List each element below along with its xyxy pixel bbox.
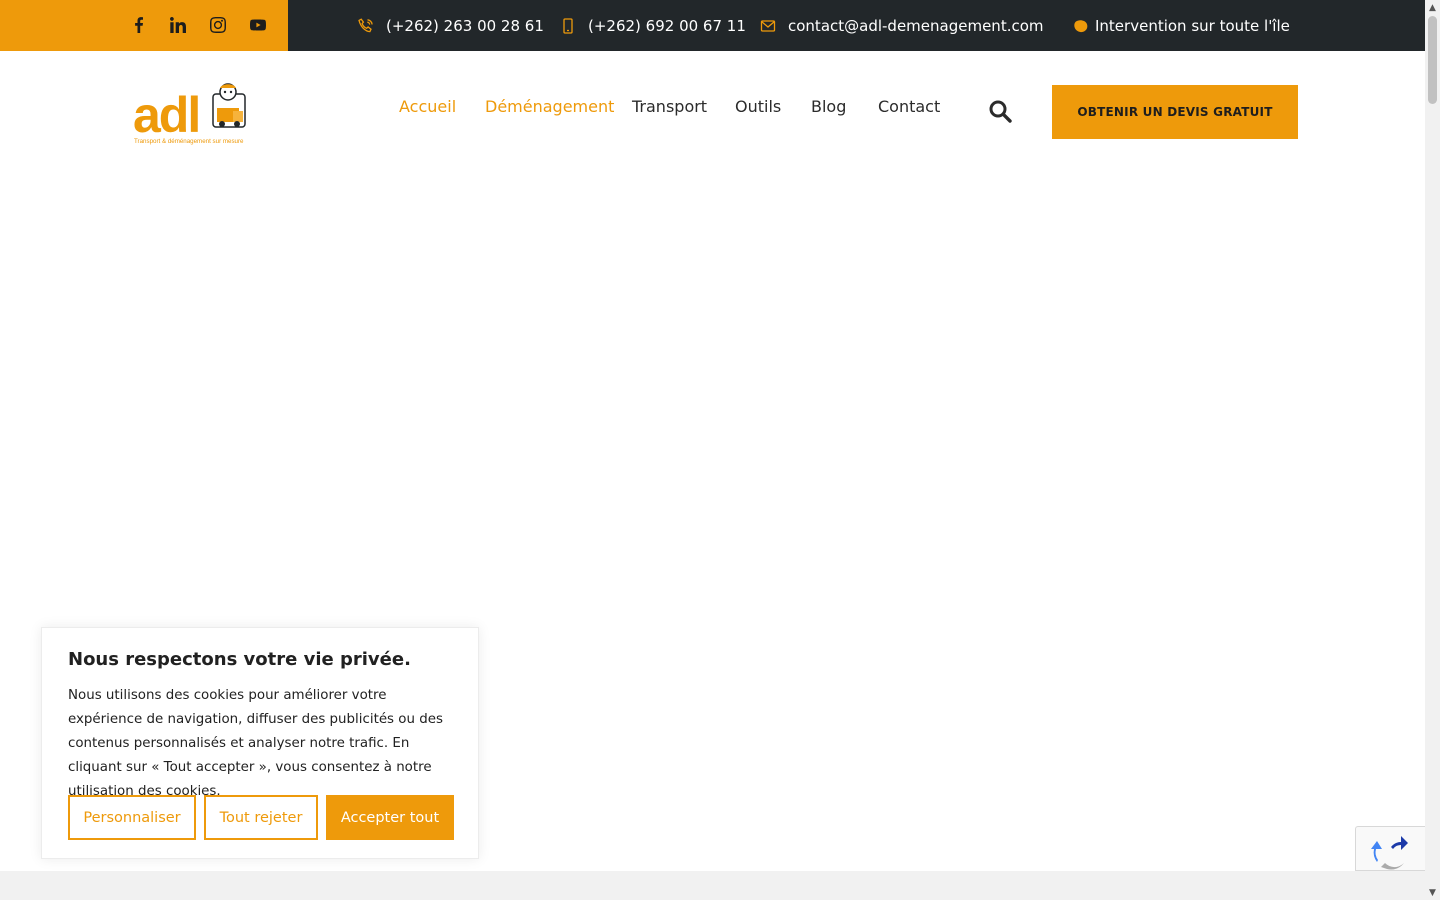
phone-icon	[358, 17, 374, 34]
site-logo[interactable]: adl Transport & déménagement sur mesure	[133, 80, 249, 146]
scrollbar[interactable]: ▲ ▼	[1425, 0, 1440, 900]
free-quote-button[interactable]: OBTENIR UN DEVIS GRATUIT	[1052, 85, 1298, 139]
recaptcha-icon	[1371, 836, 1408, 870]
facebook-icon[interactable]	[129, 15, 149, 35]
logo-tagline: Transport & déménagement sur mesure	[134, 138, 244, 145]
scroll-down-arrow-icon[interactable]: ▼	[1425, 885, 1440, 900]
nav-demenagement[interactable]: Déménagement	[485, 97, 614, 116]
search-icon[interactable]	[988, 99, 1012, 123]
page: (+262) 263 00 28 61 (+262) 692 00 67 11 …	[0, 0, 1440, 900]
phone1-text: (+262) 263 00 28 61	[386, 16, 544, 35]
phone-mobile[interactable]: (+262) 692 00 67 11	[560, 0, 746, 51]
nav-transport[interactable]: Transport	[632, 97, 707, 116]
instagram-icon[interactable]	[208, 15, 228, 35]
nav-accueil[interactable]: Accueil	[399, 97, 456, 116]
top-bar: (+262) 263 00 28 61 (+262) 692 00 67 11 …	[0, 0, 1425, 51]
nav-contact[interactable]: Contact	[878, 97, 940, 116]
coverage-info: Intervention sur toute l'île	[1073, 0, 1290, 51]
scroll-thumb[interactable]	[1428, 16, 1437, 104]
footer-strip	[0, 871, 1425, 900]
email-text: contact@adl-demenagement.com	[788, 16, 1044, 35]
linkedin-icon[interactable]	[168, 15, 188, 35]
phone-landline[interactable]: (+262) 263 00 28 61	[358, 0, 544, 51]
nav-blog[interactable]: Blog	[811, 97, 846, 116]
social-links	[0, 0, 288, 51]
coverage-text: Intervention sur toute l'île	[1095, 16, 1290, 35]
email-link[interactable]: contact@adl-demenagement.com	[760, 0, 1044, 51]
accept-all-button[interactable]: Accepter tout	[326, 795, 454, 840]
cookie-title: Nous respectons votre vie privée.	[68, 649, 411, 670]
youtube-icon[interactable]	[248, 15, 268, 35]
scroll-up-arrow-icon[interactable]: ▲	[1425, 0, 1440, 15]
cookie-banner: Nous respectons votre vie privée. Nous u…	[41, 627, 479, 859]
nav-outils[interactable]: Outils	[735, 97, 781, 116]
phone2-text: (+262) 692 00 67 11	[588, 16, 746, 35]
mobile-icon	[560, 17, 576, 34]
customize-button[interactable]: Personnaliser	[68, 795, 196, 840]
recaptcha-badge[interactable]	[1355, 826, 1425, 871]
envelope-icon	[760, 18, 776, 34]
reject-all-button[interactable]: Tout rejeter	[204, 795, 318, 840]
cookie-text: Nous utilisons des cookies pour améliore…	[68, 688, 443, 799]
logo-letters: adl	[133, 87, 199, 143]
island-icon	[1073, 18, 1089, 34]
